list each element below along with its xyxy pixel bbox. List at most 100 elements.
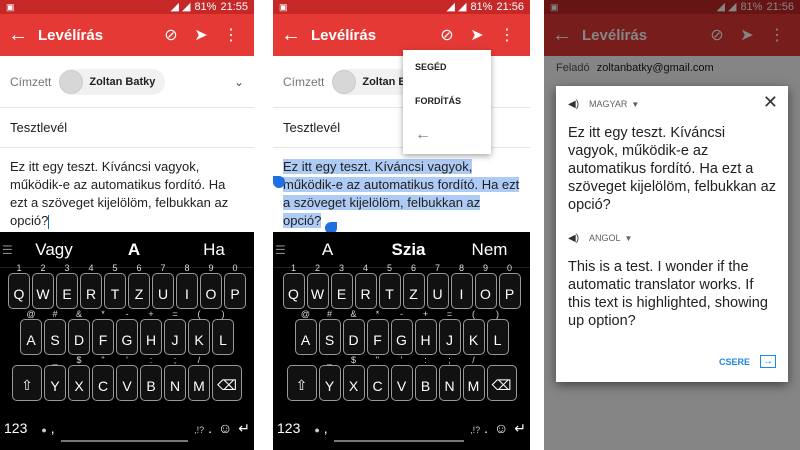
key-m[interactable]: / M — [188, 355, 210, 401]
key-p[interactable]: 0P — [224, 263, 246, 309]
key-q[interactable]: 1Q — [8, 263, 30, 309]
key-s[interactable]: # S — [44, 309, 66, 355]
body-field[interactable]: Ez itt egy teszt. Kíváncsi vagyok, működ… — [283, 158, 520, 230]
key-h[interactable]: + H — [140, 309, 162, 355]
shift-key[interactable]: ⇧ — [12, 365, 42, 401]
back-arrow-icon[interactable]: ← — [8, 24, 34, 47]
key-f[interactable]: * F — [366, 309, 389, 355]
attach-icon[interactable]: ⊘ — [156, 25, 186, 45]
key-k[interactable]: (K — [188, 309, 210, 355]
key-t[interactable]: 5T — [104, 263, 126, 309]
swap-button[interactable]: CSERE → — [719, 355, 776, 368]
enter-key[interactable]: ↵ — [238, 420, 250, 437]
key-u[interactable]: 7U — [426, 263, 449, 309]
key-d[interactable]: & D — [342, 309, 365, 355]
menu-back-icon[interactable]: ← — [403, 118, 491, 152]
backspace-key[interactable]: ⌫ — [486, 365, 517, 401]
dropdown-icon[interactable]: ▼ — [631, 100, 639, 109]
menu-item-forditas[interactable]: FORDÍTÁS — [403, 84, 491, 118]
key-w[interactable]: 2W — [32, 263, 54, 309]
close-icon[interactable]: ✕ — [763, 92, 778, 113]
back-arrow-icon[interactable]: ← — [281, 24, 307, 47]
key-d[interactable]: & D — [68, 309, 90, 355]
key-x[interactable]: $ X — [68, 355, 90, 401]
key-a[interactable]: @ A — [294, 309, 317, 355]
enter-key[interactable]: ↵ — [514, 420, 526, 437]
suggestion-left[interactable]: A — [287, 240, 368, 260]
key-x[interactable]: $ X — [342, 355, 365, 401]
backspace-key[interactable]: ⌫ — [212, 365, 242, 401]
period-key[interactable]: ,!? . — [194, 420, 212, 436]
key-f[interactable]: * F — [92, 309, 114, 355]
key-l[interactable]: ) L — [212, 309, 234, 355]
target-lang-select[interactable]: ANGOL — [589, 233, 621, 243]
key-n[interactable]: ; N — [164, 355, 186, 401]
key-j[interactable]: = J — [438, 309, 461, 355]
body-field[interactable]: Ez itt egy teszt. Kíváncsi vagyok, működ… — [10, 158, 244, 230]
key-v[interactable]: ' V — [116, 355, 138, 401]
key-o[interactable]: 9O — [200, 263, 222, 309]
speaker-icon[interactable]: ◀) — [568, 233, 579, 244]
key-l[interactable]: ) L — [486, 309, 509, 355]
key-b[interactable]: :B — [140, 355, 162, 401]
suggestion-right[interactable]: Nem — [449, 240, 530, 260]
emoji-icon[interactable]: ☺ — [494, 420, 508, 436]
suggestion-right[interactable]: Ha — [174, 240, 254, 260]
space-key[interactable] — [333, 414, 465, 442]
recipient-chip[interactable]: Zoltan Batky — [59, 68, 166, 95]
key-t[interactable]: 5T — [378, 263, 401, 309]
period-key[interactable]: ,!? . — [470, 420, 488, 436]
key-b[interactable]: :B — [414, 355, 437, 401]
numbers-key[interactable]: 123 — [277, 420, 300, 436]
key-r[interactable]: 4R — [354, 263, 377, 309]
selected-body-text[interactable]: Ez itt egy teszt. Kíváncsi vagyok, működ… — [283, 159, 520, 228]
key-k[interactable]: (K — [462, 309, 485, 355]
key-g[interactable]: -G — [116, 309, 138, 355]
key-z[interactable]: 6Z — [128, 263, 150, 309]
key-c[interactable]: " C — [366, 355, 389, 401]
send-icon[interactable]: ➤ — [186, 25, 216, 45]
key-u[interactable]: 7U — [152, 263, 174, 309]
emoji-icon[interactable]: ☺ — [218, 420, 232, 436]
keyboard-menu-icon[interactable]: ☰ — [0, 243, 14, 257]
key-p[interactable]: 0P — [498, 263, 521, 309]
selection-start-handle[interactable] — [273, 176, 285, 188]
key-i[interactable]: 8I — [176, 263, 198, 309]
space-key[interactable] — [60, 414, 189, 442]
comma-key[interactable]: ● , — [314, 420, 327, 436]
suggestion-left[interactable]: Vagy — [14, 240, 94, 260]
key-i[interactable]: 8I — [450, 263, 473, 309]
subject-field[interactable]: Tesztlevél — [273, 108, 530, 148]
more-options-icon[interactable]: ⋮ — [216, 25, 246, 45]
subject-field[interactable]: Tesztlevél — [0, 108, 254, 148]
speaker-icon[interactable]: ◀) — [568, 99, 579, 110]
key-j[interactable]: = J — [164, 309, 186, 355]
key-a[interactable]: @ A — [20, 309, 42, 355]
numbers-key[interactable]: 123 — [4, 420, 27, 436]
chevron-down-icon[interactable]: ⌄ — [234, 75, 244, 89]
source-lang-select[interactable]: MAGYAR — [589, 99, 627, 109]
key-e[interactable]: 3E — [330, 263, 353, 309]
comma-key[interactable]: ● , — [41, 420, 54, 436]
key-c[interactable]: " C — [92, 355, 114, 401]
keyboard-menu-icon[interactable]: ☰ — [273, 243, 287, 257]
key-q[interactable]: 1Q — [282, 263, 305, 309]
key-z[interactable]: 6Z — [402, 263, 425, 309]
key-w[interactable]: 2W — [306, 263, 329, 309]
suggestion-center[interactable]: A — [94, 240, 174, 260]
key-n[interactable]: ; N — [438, 355, 461, 401]
key-o[interactable]: 9O — [474, 263, 497, 309]
menu-item-seged[interactable]: SEGÉD — [403, 50, 491, 84]
key-s[interactable]: # S — [318, 309, 341, 355]
suggestion-center[interactable]: Szia — [368, 240, 449, 260]
send-icon[interactable]: ➤ — [462, 25, 492, 45]
more-options-icon[interactable]: ⋮ — [492, 25, 522, 45]
key-e[interactable]: 3E — [56, 263, 78, 309]
key-m[interactable]: / M — [462, 355, 485, 401]
shift-key[interactable]: ⇧ — [286, 365, 317, 401]
key-g[interactable]: -G — [390, 309, 413, 355]
key-v[interactable]: ' V — [390, 355, 413, 401]
key-y[interactable]: _ Y — [44, 355, 66, 401]
dropdown-icon[interactable]: ▼ — [625, 234, 633, 243]
key-r[interactable]: 4R — [80, 263, 102, 309]
